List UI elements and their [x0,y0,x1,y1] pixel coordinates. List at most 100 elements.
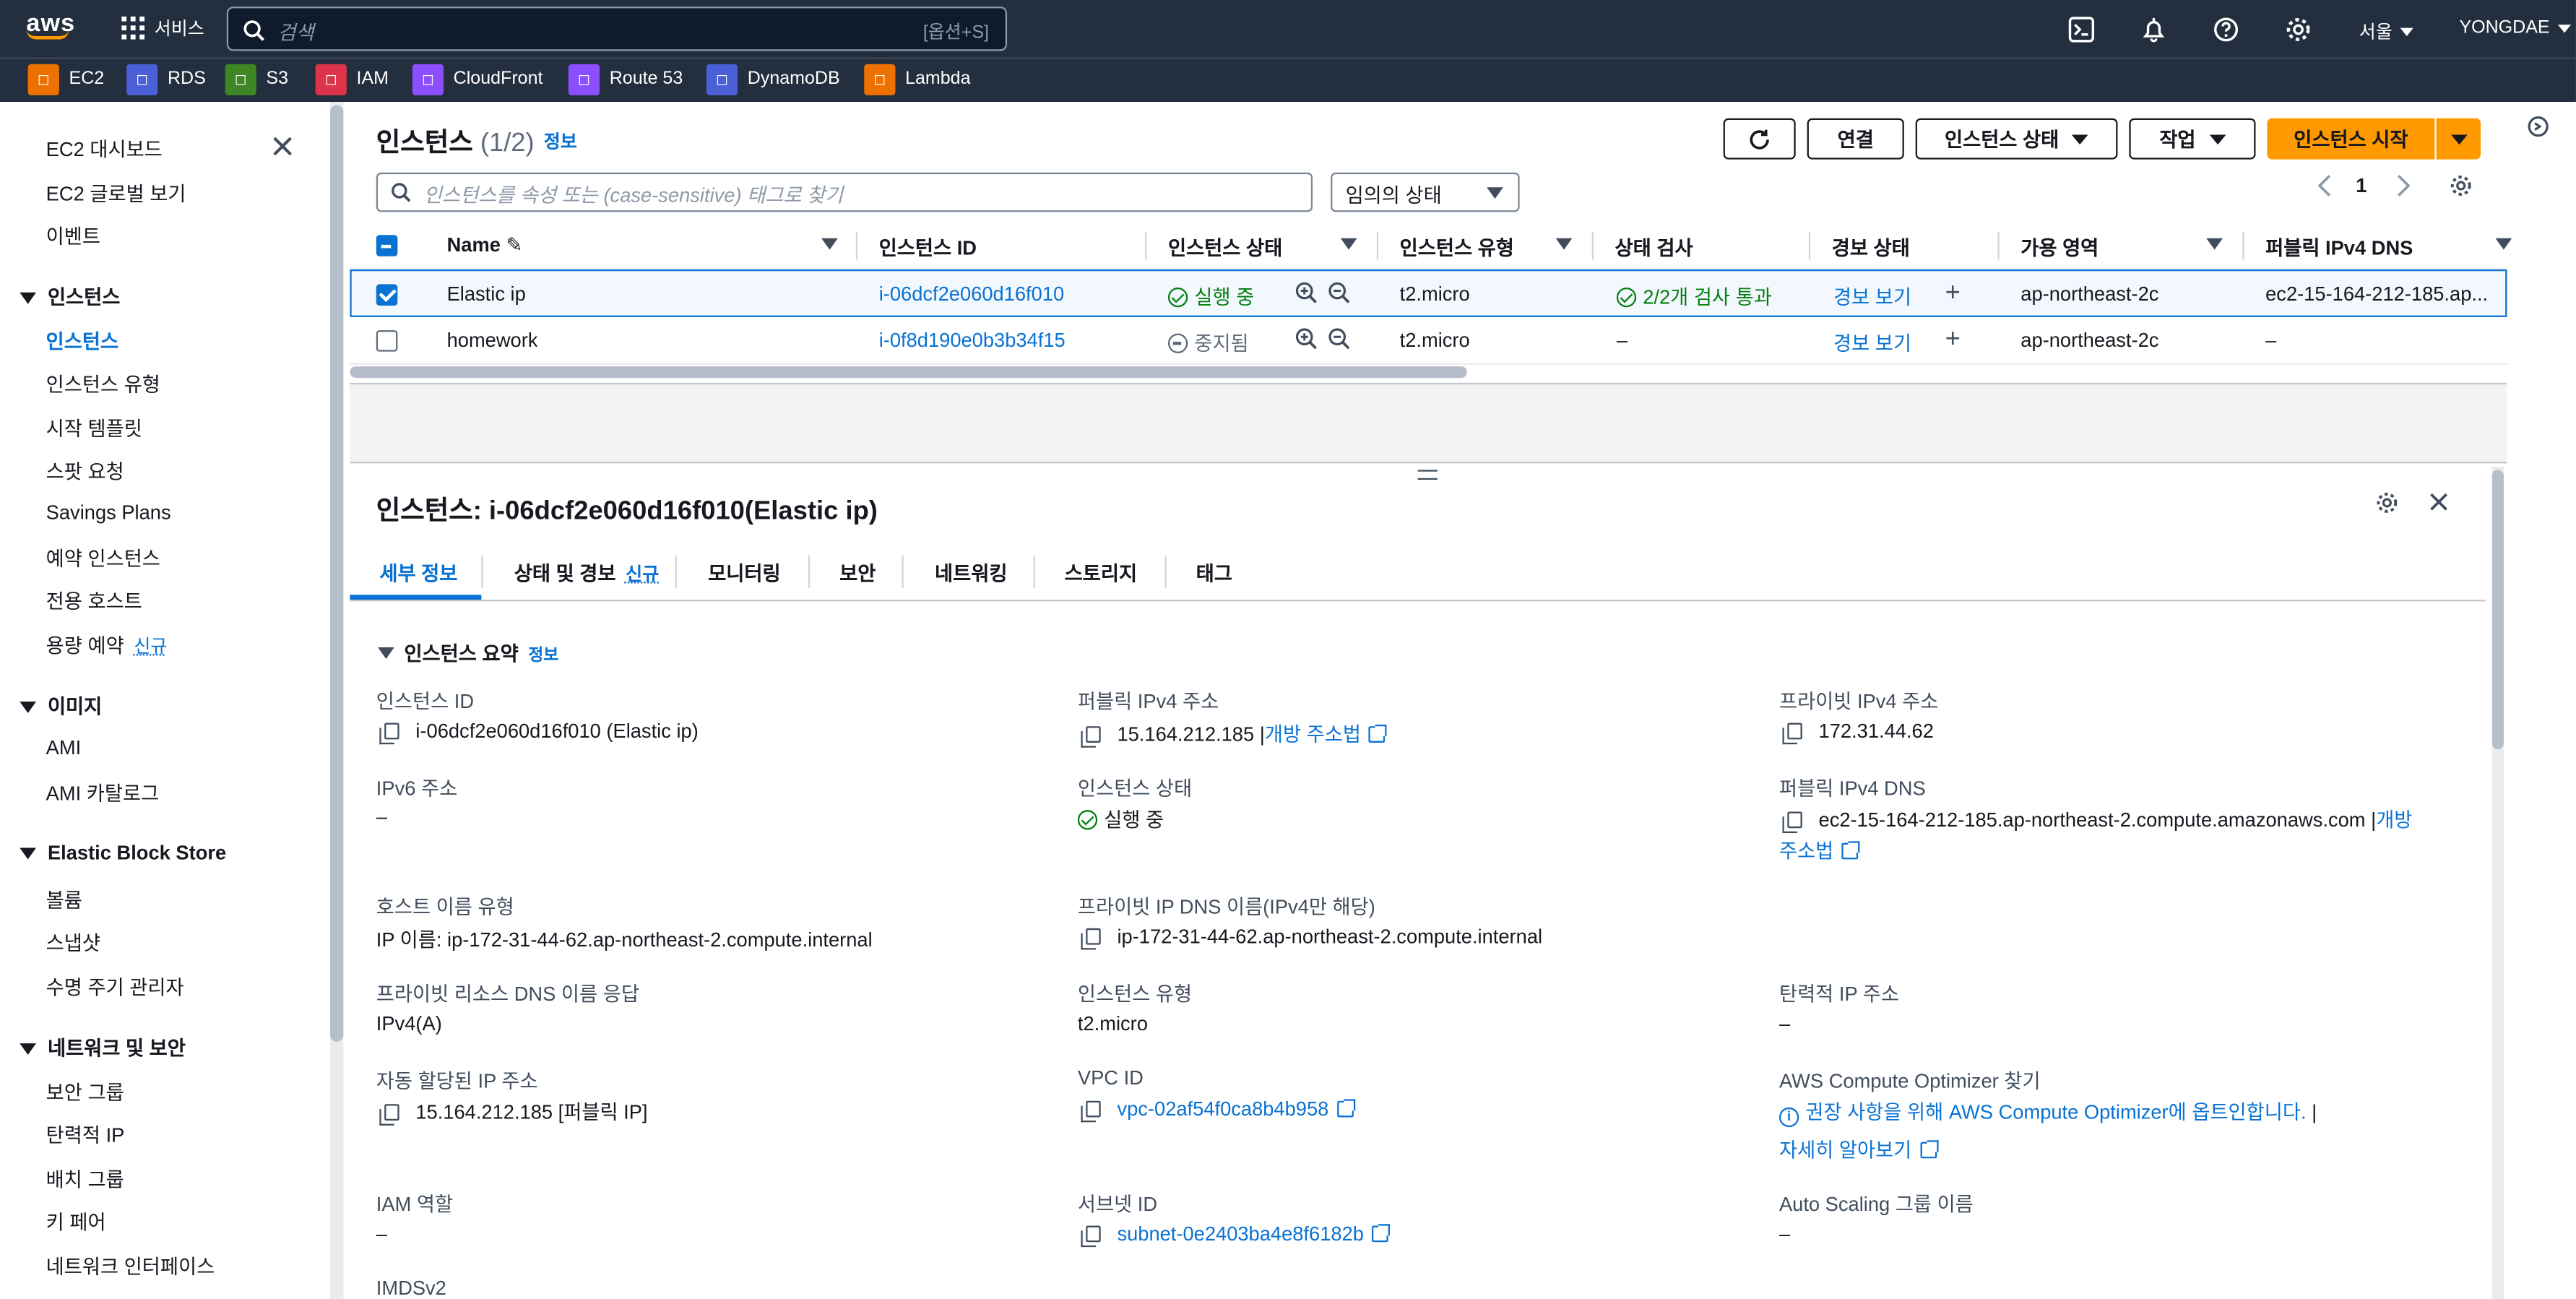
account-menu[interactable]: YONGDAE [2459,18,2572,38]
settings-gear-icon[interactable] [2283,14,2313,44]
sidebar-item[interactable]: 스팟 요청 [46,457,124,485]
help-icon[interactable] [2211,14,2241,44]
copy-icon[interactable] [1782,722,1802,745]
copy-icon[interactable] [1081,1100,1101,1123]
sort-icon[interactable] [821,238,838,250]
cell-view-alarms-link[interactable]: 경보 보기 [1833,329,1911,357]
sidebar-item[interactable]: EC2 대시보드 [46,134,163,163]
zoom-out-icon[interactable] [1328,281,1351,309]
close-sidebar-icon[interactable] [271,134,294,157]
cloudshell-icon[interactable] [2067,14,2096,44]
sidebar-item[interactable]: 네트워크 인터페이스 [46,1251,215,1279]
column-header-name[interactable]: Name ✎ [447,233,523,256]
column-divider[interactable] [1808,231,1811,260]
aws-logo[interactable]: aws [26,10,75,40]
sidebar-item[interactable]: 보안 그룹 [46,1078,124,1106]
tab-tags[interactable]: 태그 [1196,558,1232,587]
open-address-link[interactable]: 개방 주소법 [1265,723,1361,746]
tab-details[interactable]: 세부 정보 [379,558,457,587]
sidebar-item[interactable]: 시작 템플릿 [46,414,142,442]
table-preferences-gear-icon[interactable] [2450,174,2473,197]
compute-optimizer-link[interactable]: 권장 사항을 위해 AWS Compute Optimizer에 옵트인합니다. [1805,1101,2306,1124]
sidebar-item[interactable]: 용량 예약 신규 [46,631,168,659]
notifications-bell-icon[interactable] [2139,14,2169,44]
detail-scroll-thumb[interactable] [2491,470,2504,750]
column-header-instance-id[interactable]: 인스턴스 ID [879,233,977,262]
favorite-route-53[interactable]: ◻ Route 53 [568,62,683,95]
favorite-rds[interactable]: ◻ RDS [126,62,206,95]
sort-icon[interactable] [2206,238,2223,250]
open-address-link-2-cont[interactable]: 주소법 [1779,840,1833,863]
sidebar-item[interactable]: 키 페어 [46,1208,106,1236]
sidebar-item[interactable]: 인스턴스 유형 [46,371,160,399]
copy-icon[interactable] [379,1104,399,1126]
services-menu-button[interactable]: 서비스 [121,14,204,40]
subnet-link[interactable]: subnet-0e2403ba4e8f6182b [1117,1222,1363,1246]
column-header-alarm-status[interactable]: 경보 상태 [1832,233,1910,262]
copy-icon[interactable] [1081,928,1101,950]
sidebar-section-toggle[interactable]: 이미지 [20,691,102,720]
row-checkbox[interactable] [376,284,398,306]
sidebar-scroll-thumb[interactable] [330,105,344,1042]
sidebar-section-toggle[interactable]: 네트워크 및 보안 [20,1033,186,1061]
help-panel-icon[interactable] [2527,115,2550,138]
column-header-availability-zone[interactable]: 가용 영역 [2020,233,2099,262]
column-divider[interactable] [1591,231,1594,260]
tab-status-alarms[interactable]: 상태 및 경보 신규 [514,558,659,587]
sidebar-item[interactable]: 인스턴스 [46,327,118,355]
sidebar-item[interactable]: 이벤트 [46,222,100,250]
tab-security[interactable]: 보안 [839,558,876,587]
sidebar-item[interactable]: 스냅샷 [46,929,100,957]
tab-storage[interactable]: 스토리지 [1065,558,1137,587]
actions-button[interactable]: 작업 [2129,118,2256,160]
add-alarm-plus-icon[interactable]: + [1945,325,1961,355]
column-divider[interactable] [1997,231,2000,260]
tab-monitoring[interactable]: 모니터링 [708,558,780,587]
instance-search-input[interactable]: 인스턴스를 속성 또는 (case-sensitive) 태그로 찾기 [376,172,1313,212]
cell-instance-id-link[interactable]: i-06dcf2e060d16f010 [879,282,1064,306]
sidebar-item[interactable]: 배치 그룹 [46,1165,124,1193]
favorite-iam[interactable]: ◻ IAM [315,62,389,95]
global-search-input[interactable]: 검색 [옵션+S] [226,7,1008,51]
column-header-instance-state[interactable]: 인스턴스 상태 [1168,233,1282,262]
row-checkbox[interactable] [376,330,398,352]
column-header-public-dns[interactable]: 퍼블릭 IPv4 DNS [2265,233,2413,262]
column-divider[interactable] [855,231,858,260]
sidebar-scrollbar[interactable] [330,102,344,1299]
info-link[interactable]: 정보 [544,128,577,154]
zoom-in-icon[interactable] [1295,281,1318,309]
sidebar-item[interactable]: 전용 호스트 [46,587,142,616]
zoom-out-icon[interactable] [1328,327,1351,355]
column-divider[interactable] [1376,231,1379,260]
open-address-link-2[interactable]: 개방 [2376,808,2412,832]
sidebar-item[interactable]: 예약 인스턴스 [46,544,160,572]
refresh-button[interactable] [1723,118,1796,160]
summary-info-link[interactable]: 정보 [528,641,558,665]
summary-section-toggle[interactable]: 인스턴스 요약 정보 [378,639,558,668]
sidebar-section-toggle[interactable]: Elastic Block Store [20,841,226,864]
copy-icon[interactable] [1081,1225,1101,1248]
sort-icon[interactable] [1555,238,1573,250]
column-header-status-check[interactable]: 상태 검사 [1615,233,1693,262]
copy-icon[interactable] [379,722,399,745]
favorite-cloudfront[interactable]: ◻ CloudFront [412,62,543,95]
sidebar-section-toggle[interactable]: 인스턴스 [20,282,120,311]
zoom-in-icon[interactable] [1295,327,1318,355]
favorite-lambda[interactable]: ◻ Lambda [864,62,971,95]
sort-icon[interactable] [2495,238,2512,250]
vpc-link[interactable]: vpc-02af54f0ca8b4b958 [1117,1097,1328,1121]
page-number[interactable]: 1 [2356,174,2367,197]
sidebar-item[interactable]: AMI 카탈로그 [46,780,160,808]
favorite-s3[interactable]: ◻ S3 [225,62,288,95]
connect-button[interactable]: 연결 [1807,118,1904,160]
favorite-dynamodb[interactable]: ◻ DynamoDB [706,62,840,95]
column-divider[interactable] [2242,231,2244,260]
sidebar-item[interactable]: Savings Plans [46,501,171,524]
state-filter-select[interactable]: 임의의 상태 [1331,172,1520,212]
region-selector[interactable]: 서울 [2359,18,2414,44]
close-detail-icon[interactable] [2428,491,2450,513]
detail-preferences-gear-icon[interactable] [2375,491,2398,514]
add-alarm-plus-icon[interactable]: + [1945,280,1961,309]
detail-scrollbar[interactable] [2491,466,2504,1299]
launch-options-dropdown[interactable] [2436,118,2481,160]
